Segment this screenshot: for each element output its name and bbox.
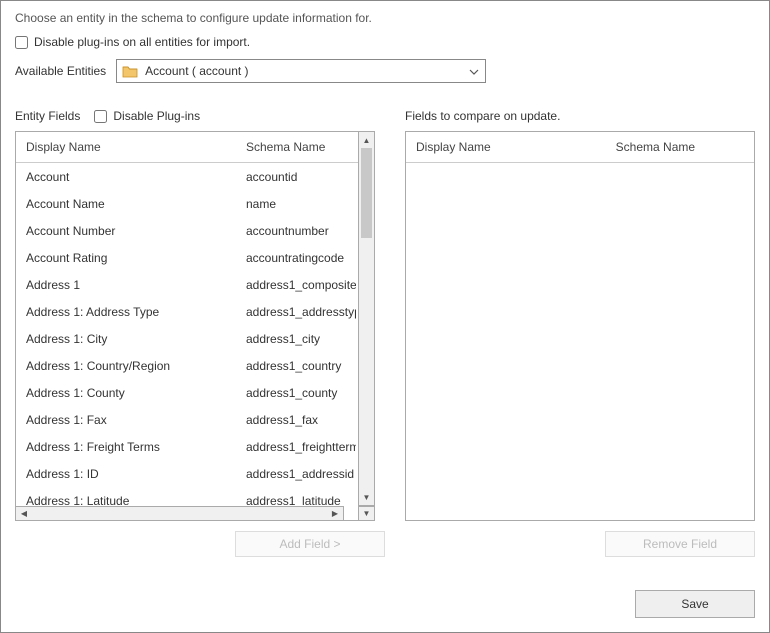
cell-schema-name: accountid <box>236 170 356 184</box>
cell-schema-name: address1_composite <box>236 278 356 292</box>
cell-display-name: Address 1: Latitude <box>16 494 236 507</box>
table-row[interactable]: Address 1: Freight Termsaddress1_freight… <box>16 433 358 460</box>
cell-schema-name: address1_latitude <box>236 494 356 507</box>
compare-fields-grid[interactable]: Display Name Schema Name <box>405 131 755 521</box>
cell-schema-name: name <box>236 197 356 211</box>
cell-display-name: Account Name <box>16 197 236 211</box>
cell-schema-name: accountratingcode <box>236 251 356 265</box>
cell-display-name: Address 1: Country/Region <box>16 359 236 373</box>
scroll-right-icon[interactable]: ▶ <box>327 507 343 520</box>
table-row[interactable]: Account Namename <box>16 190 358 217</box>
add-field-button[interactable]: Add Field > <box>235 531 385 557</box>
cell-schema-name: address1_addresstypecode <box>236 305 356 319</box>
cell-schema-name: address1_freighttermscode <box>236 440 356 454</box>
cell-schema-name: accountnumber <box>236 224 356 238</box>
cell-display-name: Address 1: Address Type <box>16 305 236 319</box>
cell-display-name: Account <box>16 170 236 184</box>
available-entities-label: Available Entities <box>15 64 106 78</box>
scroll-down-icon[interactable]: ▼ <box>359 489 374 505</box>
right-col-display-name[interactable]: Display Name <box>406 132 606 162</box>
disable-plugins-label: Disable Plug-ins <box>113 109 200 123</box>
folder-icon <box>121 63 139 79</box>
entity-fields-title: Entity Fields <box>15 109 80 123</box>
chevron-down-icon <box>463 64 485 78</box>
table-row[interactable]: Address 1: Countyaddress1_county <box>16 379 358 406</box>
table-row[interactable]: Address 1: Cityaddress1_city <box>16 325 358 352</box>
cell-display-name: Address 1: ID <box>16 467 236 481</box>
cell-display-name: Account Rating <box>16 251 236 265</box>
scroll-left-icon[interactable]: ◀ <box>16 507 32 520</box>
table-row[interactable]: Address 1address1_composite <box>16 271 358 298</box>
cell-display-name: Address 1: Fax <box>16 413 236 427</box>
cell-schema-name: address1_addressid <box>236 467 356 481</box>
cell-display-name: Address 1 <box>16 278 236 292</box>
right-col-schema-name[interactable]: Schema Name <box>606 132 754 162</box>
vertical-scrollbar[interactable]: ▲ ▼ <box>358 131 375 506</box>
horizontal-scrollbar[interactable]: ◀ ▶ <box>15 506 344 521</box>
left-col-display-name[interactable]: Display Name <box>16 132 236 162</box>
left-col-schema-name[interactable]: Schema Name <box>236 132 356 162</box>
cell-display-name: Address 1: City <box>16 332 236 346</box>
scroll-up-icon[interactable]: ▲ <box>359 132 374 148</box>
table-row[interactable]: Address 1: Latitudeaddress1_latitude <box>16 487 358 506</box>
available-entities-dropdown[interactable]: Account ( account ) <box>116 59 486 83</box>
instruction-text: Choose an entity in the schema to config… <box>15 11 755 25</box>
disable-all-plugins-checkbox[interactable] <box>15 36 28 49</box>
compare-fields-title: Fields to compare on update. <box>405 109 560 123</box>
cell-schema-name: address1_country <box>236 359 356 373</box>
scroll-corner-down-icon[interactable]: ▼ <box>358 506 375 521</box>
table-row[interactable]: Account Ratingaccountratingcode <box>16 244 358 271</box>
available-entities-selected: Account ( account ) <box>145 64 463 78</box>
disable-all-plugins-row[interactable]: Disable plug-ins on all entities for imp… <box>15 35 755 49</box>
table-row[interactable]: Address 1: Faxaddress1_fax <box>16 406 358 433</box>
cell-display-name: Address 1: County <box>16 386 236 400</box>
scroll-thumb[interactable] <box>361 148 372 238</box>
entity-fields-grid[interactable]: Display Name Schema Name Accountaccounti… <box>15 131 375 521</box>
table-row[interactable]: Account Numberaccountnumber <box>16 217 358 244</box>
cell-schema-name: address1_county <box>236 386 356 400</box>
disable-plugins-checkbox[interactable] <box>94 110 107 123</box>
cell-display-name: Address 1: Freight Terms <box>16 440 236 454</box>
save-button[interactable]: Save <box>635 590 755 618</box>
cell-display-name: Account Number <box>16 224 236 238</box>
table-row[interactable]: Address 1: IDaddress1_addressid <box>16 460 358 487</box>
table-row[interactable]: Address 1: Country/Regionaddress1_countr… <box>16 352 358 379</box>
cell-schema-name: address1_city <box>236 332 356 346</box>
remove-field-button[interactable]: Remove Field <box>605 531 755 557</box>
disable-all-plugins-label: Disable plug-ins on all entities for imp… <box>34 35 250 49</box>
table-row[interactable]: Address 1: Address Typeaddress1_addresst… <box>16 298 358 325</box>
table-row[interactable]: Accountaccountid <box>16 163 358 190</box>
cell-schema-name: address1_fax <box>236 413 356 427</box>
